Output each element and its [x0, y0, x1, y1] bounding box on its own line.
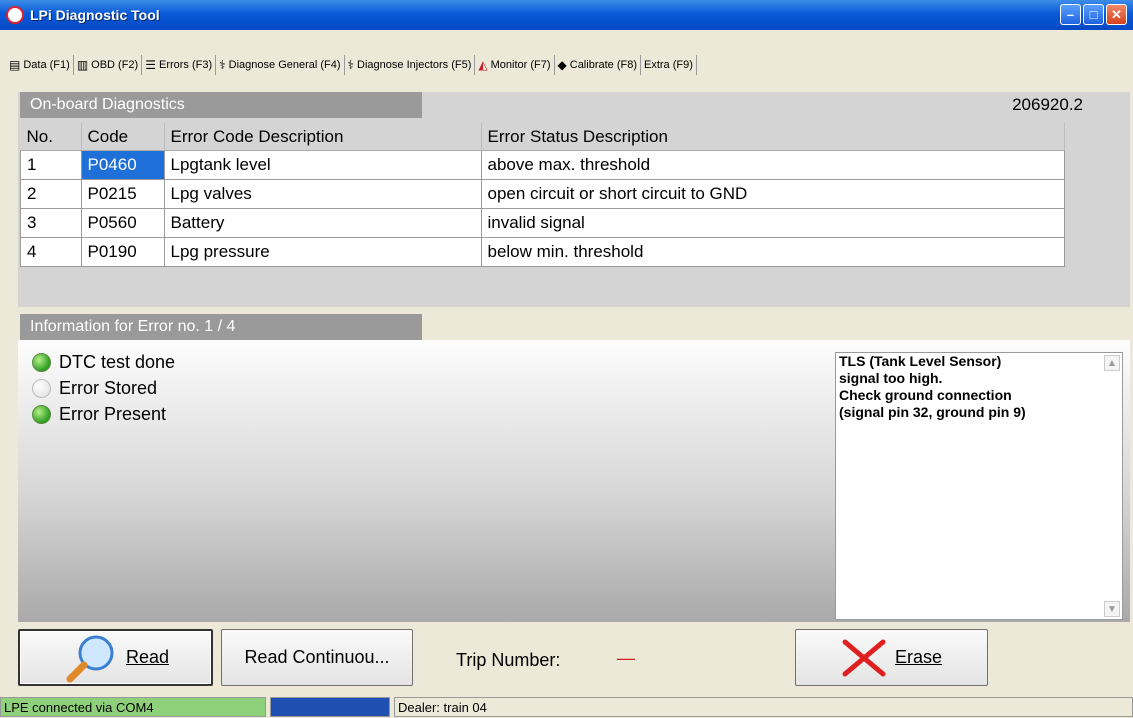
cell-code[interactable]: P0460 [80, 150, 165, 180]
table-row[interactable]: 1 P0460 Lpgtank level above max. thresho… [20, 150, 1065, 180]
window-title: LPi Diagnostic Tool [30, 7, 160, 23]
indicator-dtc-test-done: DTC test done [32, 352, 175, 373]
cell-code-desc[interactable]: Lpg pressure [163, 237, 482, 267]
errors-icon: ☰ [145, 58, 156, 72]
scroll-down-icon[interactable]: ▼ [1104, 601, 1120, 617]
read-continuous-button[interactable]: Read Continuou... [221, 629, 413, 686]
indicator-error-stored: Error Stored [32, 378, 157, 399]
red-x-icon [842, 639, 886, 676]
cell-code[interactable]: P0190 [80, 237, 165, 267]
tab-errors[interactable]: ☰ Errors (F3) [142, 55, 217, 75]
table-header-row: No. Code Error Code Description Error St… [20, 123, 1065, 151]
cell-no[interactable]: 4 [20, 237, 82, 267]
error-table: No. Code Error Code Description Error St… [20, 123, 1065, 267]
close-button[interactable]: ✕ [1106, 4, 1127, 25]
col-header-code-desc: Error Code Description [164, 123, 482, 151]
monitor-icon: ◭ [478, 58, 488, 72]
scroll-up-icon[interactable]: ▲ [1104, 355, 1120, 371]
title-bar: LPi Diagnostic Tool – □ ✕ [0, 0, 1133, 30]
trip-number-label: Trip Number: [456, 650, 561, 670]
info-section-title: Information for Error no. 1 / 4 [20, 314, 422, 340]
cell-status-desc[interactable]: open circuit or short circuit to GND [480, 179, 1065, 209]
connection-status: LPE connected via COM4 [0, 697, 266, 717]
cell-status-desc[interactable]: invalid signal [480, 208, 1065, 238]
table-row[interactable]: 2 P0215 Lpg valves open circuit or short… [20, 179, 1065, 209]
calibrate-icon: ◆ [557, 58, 567, 72]
indicator-error-present: Error Present [32, 404, 166, 425]
minimize-button[interactable]: – [1060, 4, 1081, 25]
stethoscope-icon: ⚕ [347, 58, 355, 72]
tab-calibrate[interactable]: ◆ Calibrate (F8) [555, 55, 641, 75]
tab-bar: ▤ Data (F1) ▥ OBD (F2) ☰ Errors (F3) ⚕ Diagn… [6, 52, 697, 78]
cell-code-desc[interactable]: Lpgtank level [163, 150, 482, 180]
message-scrollbar[interactable]: ▲ ▼ [1104, 355, 1120, 617]
error-message-box[interactable]: TLS (Tank Level Sensor) signal too high.… [835, 352, 1123, 620]
cell-code-desc[interactable]: Battery [163, 208, 482, 238]
cell-no[interactable]: 2 [20, 179, 82, 209]
cell-no[interactable]: 1 [20, 150, 82, 180]
tab-extra[interactable]: Extra (F9) [641, 55, 697, 75]
table-row[interactable]: 3 P0560 Battery invalid signal [20, 208, 1065, 238]
erase-button-label: Erase [894, 647, 943, 667]
read-continuous-label: Read Continuou... [244, 647, 390, 667]
status-bar: LPE connected via COM4 Dealer: train 04 [0, 696, 1133, 718]
obd-section-title: On-board Diagnostics [20, 92, 422, 118]
progress-indicator [270, 697, 390, 717]
cell-no[interactable]: 3 [20, 208, 82, 238]
app-logo-icon [6, 6, 24, 24]
status-led-icon [32, 405, 51, 424]
maximize-button[interactable]: □ [1083, 4, 1104, 25]
col-header-status-desc: Error Status Description [481, 123, 1065, 151]
status-led-icon [32, 379, 51, 398]
tab-obd[interactable]: ▥ OBD (F2) [74, 55, 143, 75]
status-led-icon [32, 353, 51, 372]
app-window: LPi Diagnostic Tool – □ ✕ ▤ Data (F1) ▥ OB… [0, 0, 1133, 718]
tab-diagnose-injectors[interactable]: ⚕ Diagnose Injectors (F5) [345, 55, 476, 75]
tab-data[interactable]: ▤ Data (F1) [6, 55, 74, 75]
col-header-no: No. [20, 123, 82, 151]
cell-code-desc[interactable]: Lpg valves [163, 179, 482, 209]
obd-icon: ▥ [76, 58, 89, 72]
read-button[interactable]: Read [18, 629, 213, 686]
data-icon: ▤ [9, 58, 21, 72]
erase-button[interactable]: Erase [795, 629, 988, 686]
trip-number-value: — [617, 648, 635, 668]
version-label: 206920.2 [1012, 95, 1083, 114]
error-message-text: TLS (Tank Level Sensor) signal too high.… [839, 353, 1026, 420]
stethoscope-icon: ⚕ [219, 58, 226, 72]
tab-monitor[interactable]: ◭ Monitor (F7) [475, 55, 555, 75]
cell-code[interactable]: P0215 [80, 179, 165, 209]
tab-diagnose-general[interactable]: ⚕ Diagnose General (F4) [216, 55, 345, 75]
table-row[interactable]: 4 P0190 Lpg pressure below min. threshol… [20, 237, 1065, 267]
magnifier-icon [66, 635, 114, 682]
cell-status-desc[interactable]: above max. threshold [480, 150, 1065, 180]
cell-code[interactable]: P0560 [80, 208, 165, 238]
read-button-label: Read [125, 647, 170, 667]
col-header-code: Code [81, 123, 165, 151]
cell-status-desc[interactable]: below min. threshold [480, 237, 1065, 267]
dealer-status: Dealer: train 04 [394, 697, 1133, 717]
